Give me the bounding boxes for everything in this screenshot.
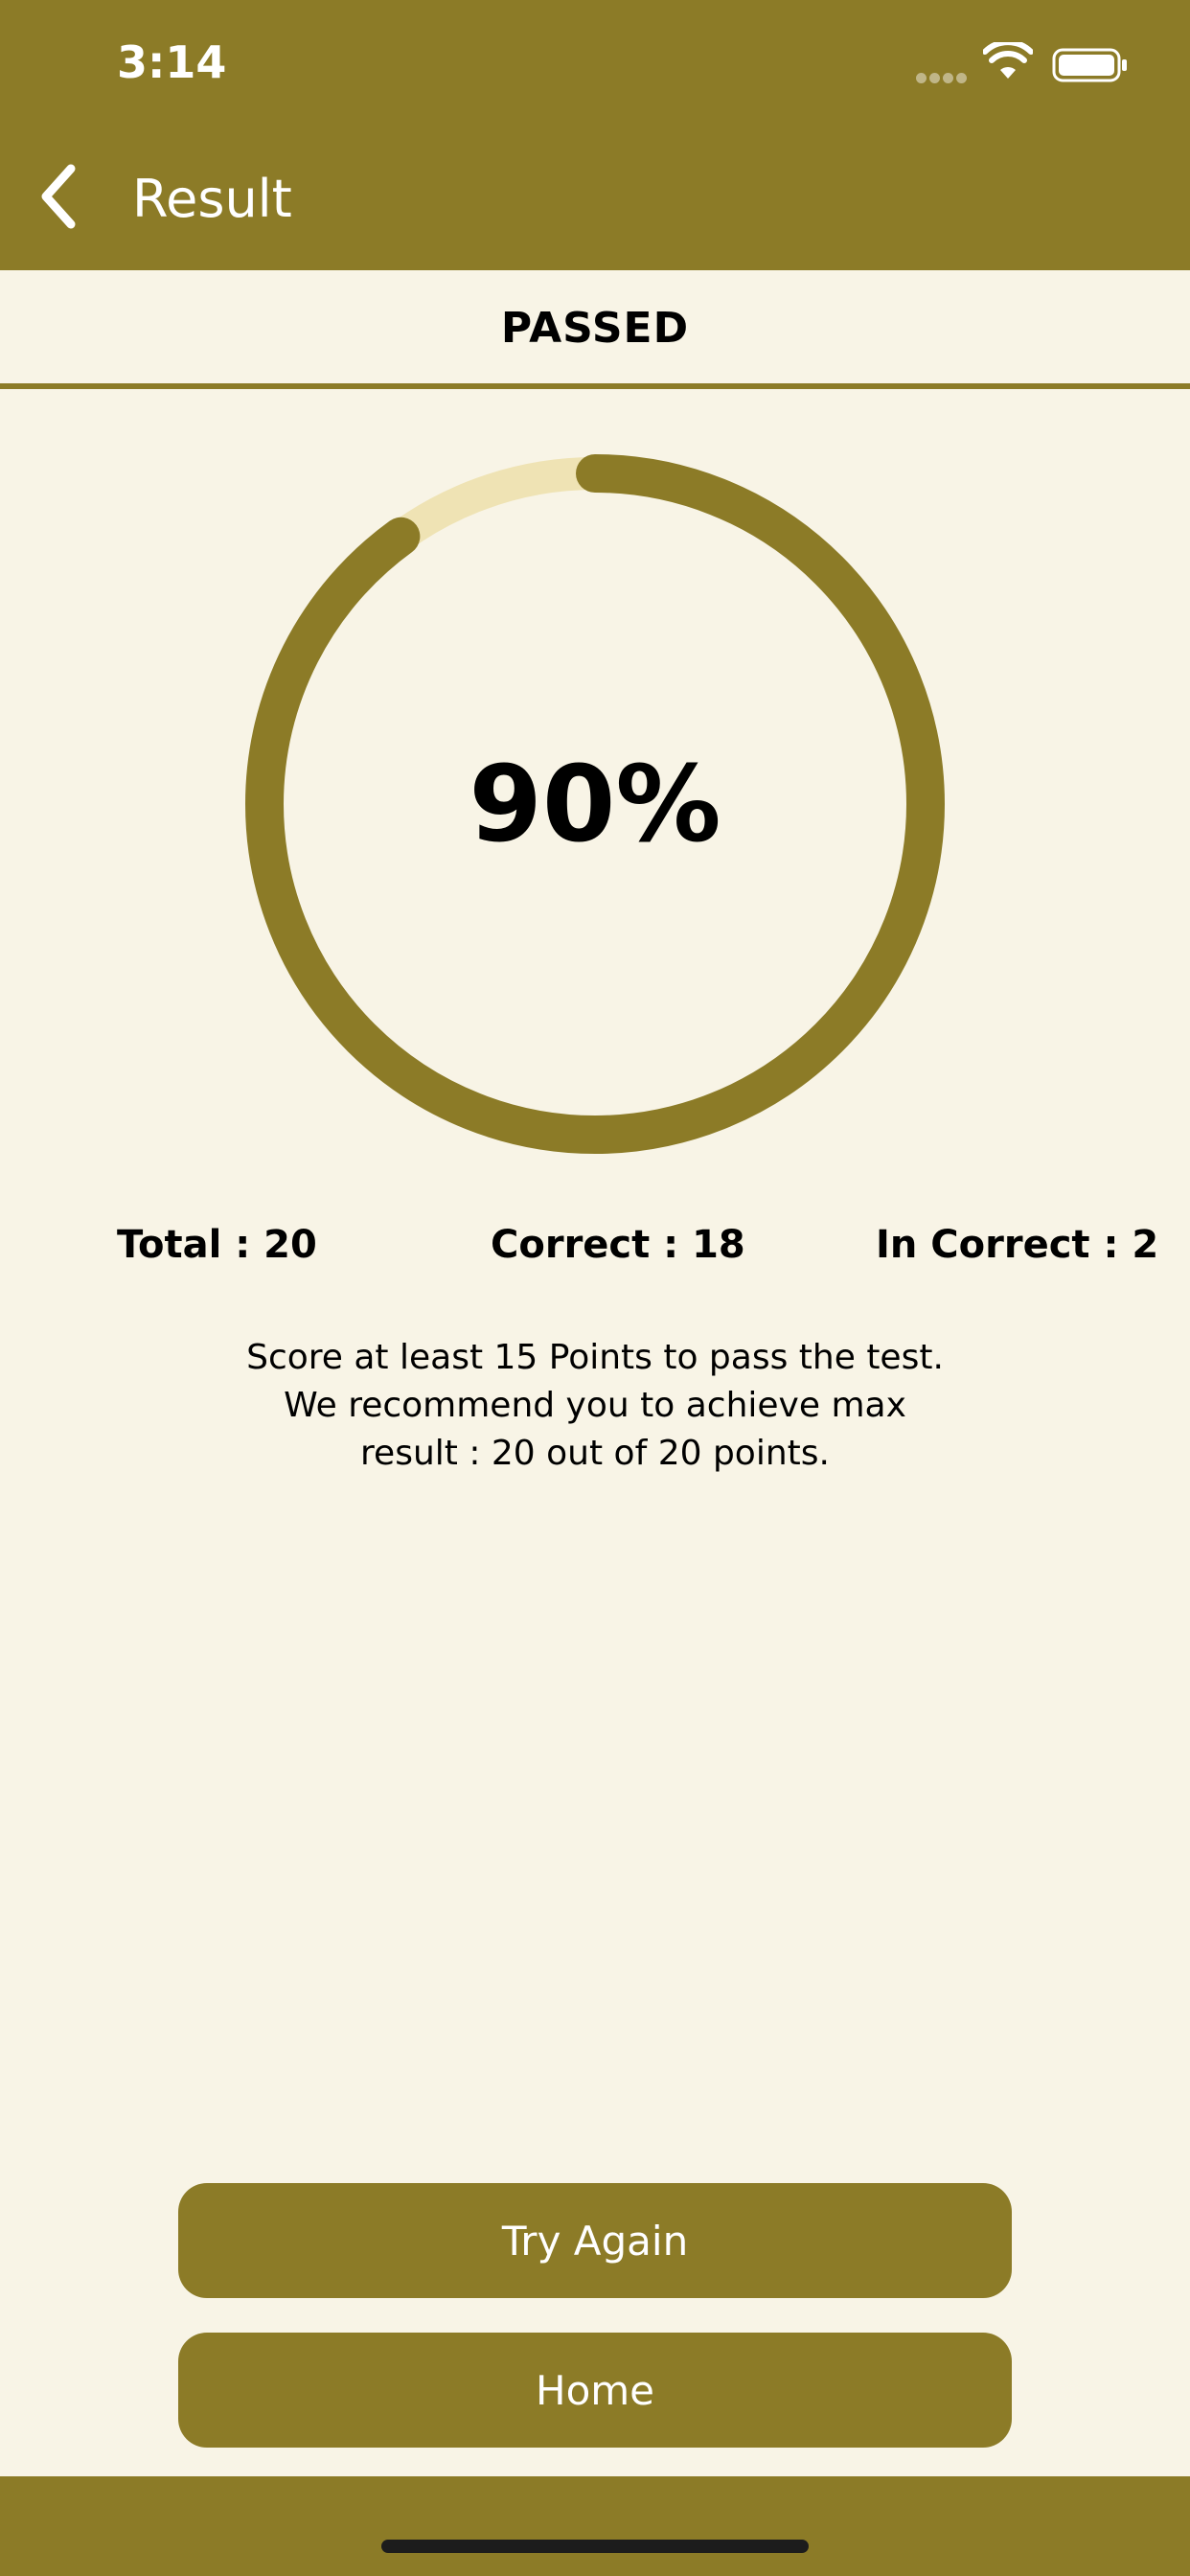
info-line: Score at least 15 Points to pass the tes… xyxy=(246,1338,944,1377)
result-status-text: PASSED xyxy=(500,303,690,353)
chevron-left-icon[interactable] xyxy=(36,163,84,230)
pass-info-text: Score at least 15 Points to pass the tes… xyxy=(212,1334,978,1478)
status-time: 3:14 xyxy=(117,36,227,88)
page-title: Result xyxy=(132,169,292,229)
app-header: 3:14 Result xyxy=(0,0,1190,270)
battery-icon xyxy=(1052,48,1127,82)
total-count: Total : 20 xyxy=(117,1223,317,1267)
incorrect-count: In Correct : 2 xyxy=(876,1223,1159,1267)
try-again-button[interactable]: Try Again xyxy=(178,2183,1012,2298)
footer-bar xyxy=(0,2476,1190,2576)
home-button[interactable]: Home xyxy=(178,2333,1012,2448)
wifi-icon xyxy=(983,42,1033,79)
signal-dots-icon xyxy=(916,69,970,87)
info-line: result : 20 out of 20 points. xyxy=(360,1434,830,1473)
score-percent: 90% xyxy=(469,743,721,865)
correct-count: Correct : 18 xyxy=(491,1223,745,1267)
divider xyxy=(0,383,1190,389)
info-line: We recommend you to achieve max xyxy=(284,1386,906,1425)
home-indicator xyxy=(381,2540,809,2553)
